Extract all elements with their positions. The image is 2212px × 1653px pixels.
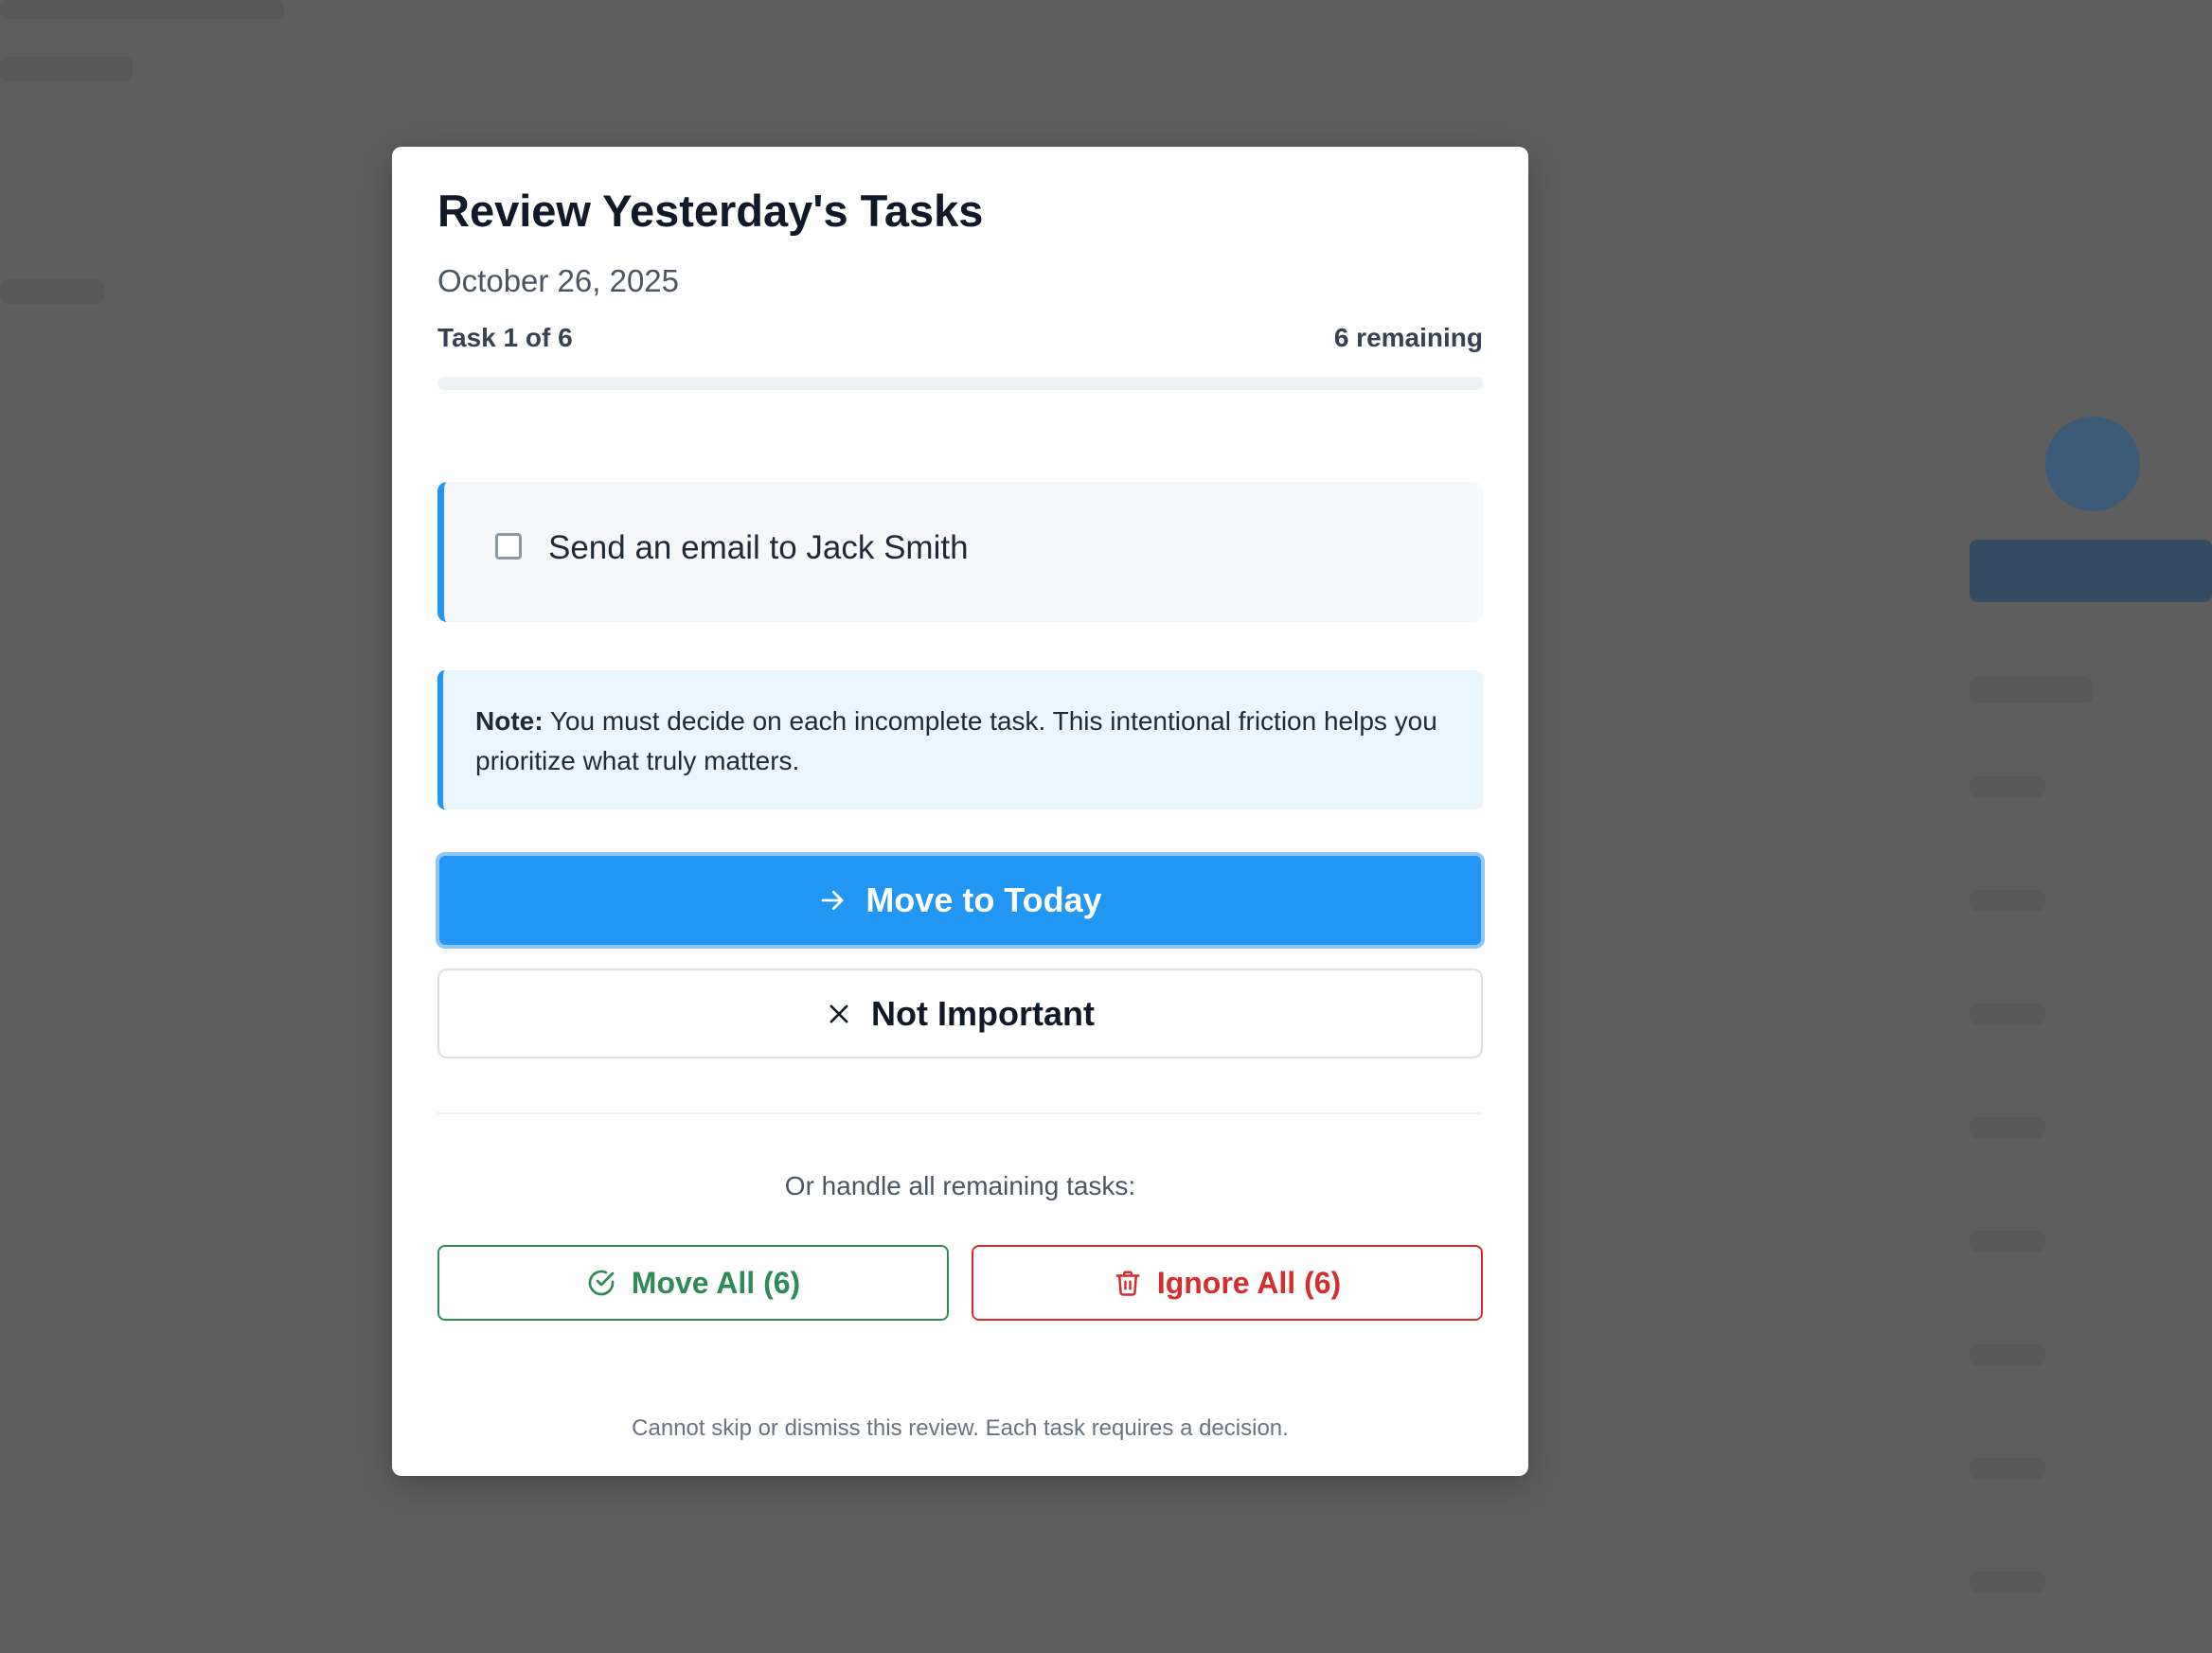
bulk-prompt: Or handle all remaining tasks: — [784, 1171, 1136, 1200]
ignore-all-label: Ignore All (6) — [1156, 1265, 1342, 1300]
background-content — [1970, 1231, 2045, 1252]
move-to-today-button[interactable]: Move to Today — [436, 852, 1485, 949]
not-important-label: Not Important — [871, 993, 1095, 1033]
background-content — [0, 0, 284, 19]
progress-header: Task 1 of 6 6 remaining — [437, 323, 1483, 353]
background-content — [1970, 776, 2045, 797]
modal-title: Review Yesterday's Tasks — [437, 186, 984, 236]
close-icon — [826, 1001, 852, 1027]
review-date: October 26, 2025 — [437, 263, 680, 298]
background-content — [1970, 1117, 2045, 1138]
note-callout: Note: You must decide on each incomplete… — [437, 670, 1483, 809]
not-important-button[interactable]: Not Important — [437, 969, 1483, 1058]
check-circle-icon — [586, 1268, 616, 1298]
background-content — [0, 57, 133, 81]
move-all-label: Move All (6) — [631, 1265, 801, 1300]
review-modal: Review Yesterday's Tasks October 26, 202… — [392, 147, 1528, 1476]
review-footer-note: Cannot skip or dismiss this review. Each… — [632, 1415, 1289, 1441]
move-all-button[interactable]: Move All (6) — [437, 1245, 949, 1321]
section-divider — [437, 1112, 1483, 1114]
background-content — [0, 279, 104, 304]
task-title: Send an email to Jack Smith — [548, 529, 969, 566]
move-to-today-label: Move to Today — [865, 880, 1102, 919]
task-checkbox[interactable] — [495, 533, 522, 560]
background-content — [1970, 1344, 2045, 1365]
trash-icon — [1114, 1269, 1142, 1297]
task-counter: Task 1 of 6 — [437, 323, 573, 352]
background-content — [1970, 1572, 2045, 1592]
background-content — [1970, 677, 2093, 703]
background-content — [1970, 540, 2212, 602]
remaining-count: 6 remaining — [1333, 323, 1483, 352]
progress-bar — [437, 377, 1483, 390]
note-text: You must decide on each incomplete task.… — [475, 706, 1437, 775]
background-content — [1970, 1004, 2045, 1024]
ignore-all-button[interactable]: Ignore All (6) — [972, 1245, 1483, 1321]
note-label: Note: — [475, 706, 544, 736]
background-content — [2045, 417, 2140, 511]
arrow-right-icon — [818, 886, 847, 915]
current-task-card: Send an email to Jack Smith — [437, 482, 1483, 622]
background-content — [1970, 890, 2045, 911]
background-content — [1970, 1458, 2045, 1479]
